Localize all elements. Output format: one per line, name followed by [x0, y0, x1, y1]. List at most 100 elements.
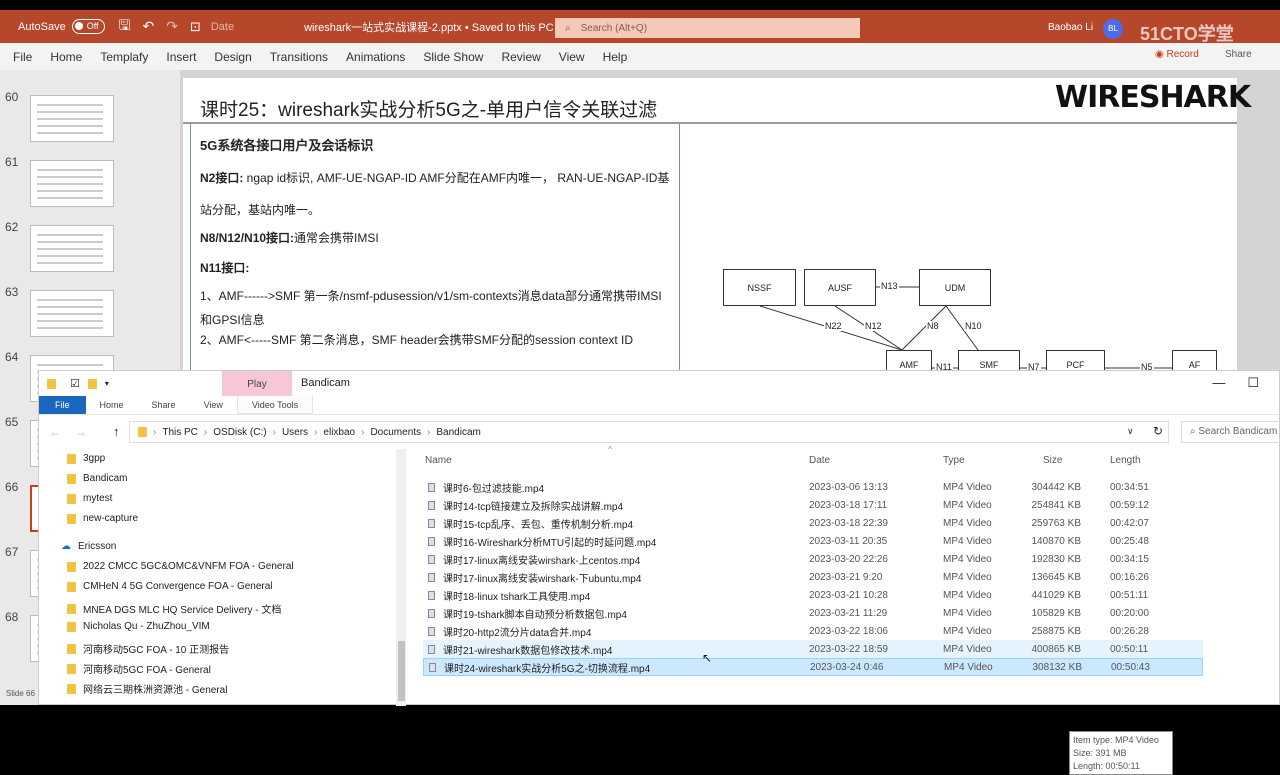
tab-help[interactable]: Help [603, 50, 628, 64]
column-header-size[interactable]: Size [1043, 455, 1062, 466]
tab-review[interactable]: Review [501, 50, 540, 64]
file-row[interactable]: 课时20-http2流分片data合并.mp4 2023-03-22 18:06 M… [423, 622, 1203, 640]
up-icon[interactable]: ↑ [113, 424, 120, 439]
file-row[interactable]: 课时14-tcp链接建立及拆除实战讲解.mp4 2023-03-18 17:11 M… [423, 496, 1203, 514]
slide-text-box[interactable]: 5G系统各接口用户及会话标识 N2接口: ngap id标识, AMF-UE-N… [190, 124, 680, 384]
breadcrumb-4[interactable]: Documents [370, 427, 421, 438]
column-header-type[interactable]: Type [943, 455, 965, 466]
file-row[interactable]: 课时17-linux离线安装wirshark-下ubuntu.mp4 2023-0… [423, 568, 1203, 586]
tab-design[interactable]: Design [214, 50, 251, 64]
nav-folder[interactable]: mytest [67, 493, 112, 504]
redo-icon[interactable]: ↷ [166, 18, 178, 35]
file-type: MP4 Video [943, 571, 992, 583]
breadcrumb-0[interactable]: This PC [162, 427, 198, 438]
nav-folder[interactable]: 网络云三期株洲资源池 - General [67, 681, 227, 696]
network-diagram: NSSF AUSF UDM AMF SMF PCF AF N13 N22 N12 N8 N10 N11 N… [700, 260, 1240, 380]
nav-group-ericsson[interactable]: ☁ Ericsson [61, 541, 116, 552]
share-button[interactable]: Share [1225, 49, 1252, 60]
video-file-icon [428, 644, 435, 654]
minimize-icon[interactable]: — [1212, 375, 1225, 391]
tab-home[interactable]: Home [50, 50, 82, 64]
maximize-icon[interactable]: ☐ [1247, 375, 1259, 391]
column-header-name[interactable]: Name [425, 455, 452, 466]
address-dropdown-icon[interactable]: ∨ [1127, 426, 1134, 437]
breadcrumb-1[interactable]: OSDisk (C:) [213, 427, 266, 438]
file-row[interactable]: 课时18-linux tshark工具使用.mp4 2023-03-21 10:2… [423, 586, 1203, 604]
nav-folder[interactable]: 3gpp [67, 453, 105, 464]
file-row[interactable]: 课时16-Wireshark分析MTU引起的时延问题.mp4 2023-03-11… [423, 532, 1203, 550]
tab-file[interactable]: File [13, 50, 32, 64]
slide-title[interactable]: 课时25：wireshark实战分析5G之-单用户信令关联过滤 [200, 95, 657, 122]
customize-icon[interactable]: ▾ [105, 379, 109, 388]
tab-slide-show[interactable]: Slide Show [423, 50, 483, 64]
nav-folder[interactable]: CMHeN 4 5G Convergence FOA - General [67, 581, 273, 592]
record-button[interactable]: ◉ Record [1155, 49, 1199, 60]
refresh-icon[interactable]: ↻ [1153, 424, 1163, 438]
forward-icon[interactable]: → [75, 425, 87, 439]
tab-insert[interactable]: Insert [166, 50, 196, 64]
breadcrumb-5[interactable]: Bandicam [436, 427, 480, 438]
nav-folder[interactable]: 2022 CMCC 5GC&OMC&VNFM FOA - General [67, 561, 294, 572]
properties-icon[interactable]: ☑ [70, 377, 80, 390]
tooltip-line: Item type: MP4 Video [1073, 735, 1159, 745]
tab-animations[interactable]: Animations [346, 50, 405, 64]
file-row[interactable]: 课时19-tshark脚本自动预分析数据包.mp4 2023-03-21 11:2… [423, 604, 1203, 622]
tab-templafy[interactable]: Templafy [100, 50, 148, 64]
avatar[interactable]: BL [1103, 19, 1123, 39]
back-icon[interactable]: ← [49, 425, 61, 439]
explorer-tab-share[interactable]: Share [138, 396, 190, 414]
file-row[interactable]: 课时17-linux离线安装wirshark-上centos.mp4 2023-0… [423, 550, 1203, 568]
breadcrumb-2[interactable]: Users [282, 427, 308, 438]
explorer-tab-file[interactable]: File [39, 396, 86, 414]
autosave-toggle[interactable]: Off [71, 19, 105, 34]
explorer-tab-video-tools[interactable]: Video Tools [236, 396, 314, 414]
search-box[interactable]: ⌕ Search (Alt+Q) [555, 18, 860, 38]
file-row[interactable]: 课时6-包过滤技能.mp4 2023-03-06 13:13 MP4 Video 30… [423, 478, 1203, 496]
explorer-tab-view[interactable]: View [190, 396, 237, 414]
breadcrumb-separator-icon: › [314, 426, 318, 438]
explorer-search-input[interactable]: ⌕ Search Bandicam [1181, 421, 1280, 443]
file-row[interactable]: 课时15-tcp乱序、丢包、重传机制分析.mp4 2023-03-18 22:39… [423, 514, 1203, 532]
file-length: 00:34:15 [1110, 553, 1149, 565]
new-folder-icon[interactable] [87, 378, 97, 389]
save-icon[interactable]: 🖫 [119, 15, 131, 39]
file-name: 课时6-包过滤技能.mp4 [443, 483, 545, 495]
nav-folder[interactable]: 河南移动5GC FOA - General [67, 661, 211, 676]
nav-folder[interactable]: 河南移动5GC FOA - 10 正测报告 [67, 641, 229, 656]
undo-icon[interactable]: ↶ [142, 18, 154, 35]
file-row[interactable]: 课时24-wireshark实战分析5G之-切换流程.mp4 2023-03-24… [423, 658, 1203, 676]
play-context-tab[interactable]: Play [222, 371, 292, 396]
column-header-length[interactable]: Length [1110, 455, 1141, 466]
nav-folder[interactable]: new-capture [67, 513, 138, 524]
present-icon[interactable]: ⊡ [190, 19, 201, 35]
slide-thumbnail[interactable] [30, 95, 114, 142]
file-name: 课时21-wireshark数据包修改技术.mp4 [443, 645, 613, 657]
search-placeholder: Search (Alt+Q) [580, 22, 648, 34]
folder-icon [47, 378, 56, 389]
column-header-date[interactable]: Date [809, 455, 830, 466]
file-name: 课时14-tcp链接建立及拆除实战讲解.mp4 [443, 501, 624, 513]
nav-folder[interactable]: MNEA DGS MLC HQ Service Delivery - 文档 [67, 601, 281, 616]
nav-scrollbar-thumb[interactable] [398, 641, 405, 701]
n2-label: N2接口: [200, 171, 244, 185]
ribbon-tabs: File Home Templafy Insert Design Transitions A… [0, 43, 1280, 70]
tab-transitions[interactable]: Transitions [270, 50, 328, 64]
nav-folder[interactable]: Nicholas Qu - ZhuZhou_VIM [67, 621, 210, 632]
file-date: 2023-03-22 18:06 [809, 625, 888, 637]
document-title[interactable]: wireshark一站式实战课程-2.pptx • Saved to this … [304, 19, 565, 35]
tab-view[interactable]: View [559, 50, 585, 64]
date-button[interactable]: Date [211, 21, 234, 33]
slide-thumbnail[interactable] [30, 290, 114, 337]
breadcrumb-3[interactable]: elixbao [323, 427, 355, 438]
file-row[interactable]: 课时21-wireshark数据包修改技术.mp4 2023-03-22 18:5… [423, 640, 1203, 658]
folder-icon [67, 663, 76, 674]
slide-thumbnail[interactable] [30, 225, 114, 272]
n8-label: N8/N12/N10接口: [200, 231, 295, 245]
slide-number: 68 [5, 610, 19, 624]
address-bar[interactable]: › This PC › OSDisk (C:) › Users › elixbao › Docum… [129, 421, 1169, 443]
slide-thumbnail[interactable] [30, 160, 114, 207]
file-name: 课时24-wireshark实战分析5G之-切换流程.mp4 [444, 663, 651, 675]
explorer-tab-home[interactable]: Home [86, 396, 138, 414]
file-length: 00:34:51 [1110, 481, 1149, 493]
nav-folder[interactable]: Bandicam [67, 473, 127, 484]
